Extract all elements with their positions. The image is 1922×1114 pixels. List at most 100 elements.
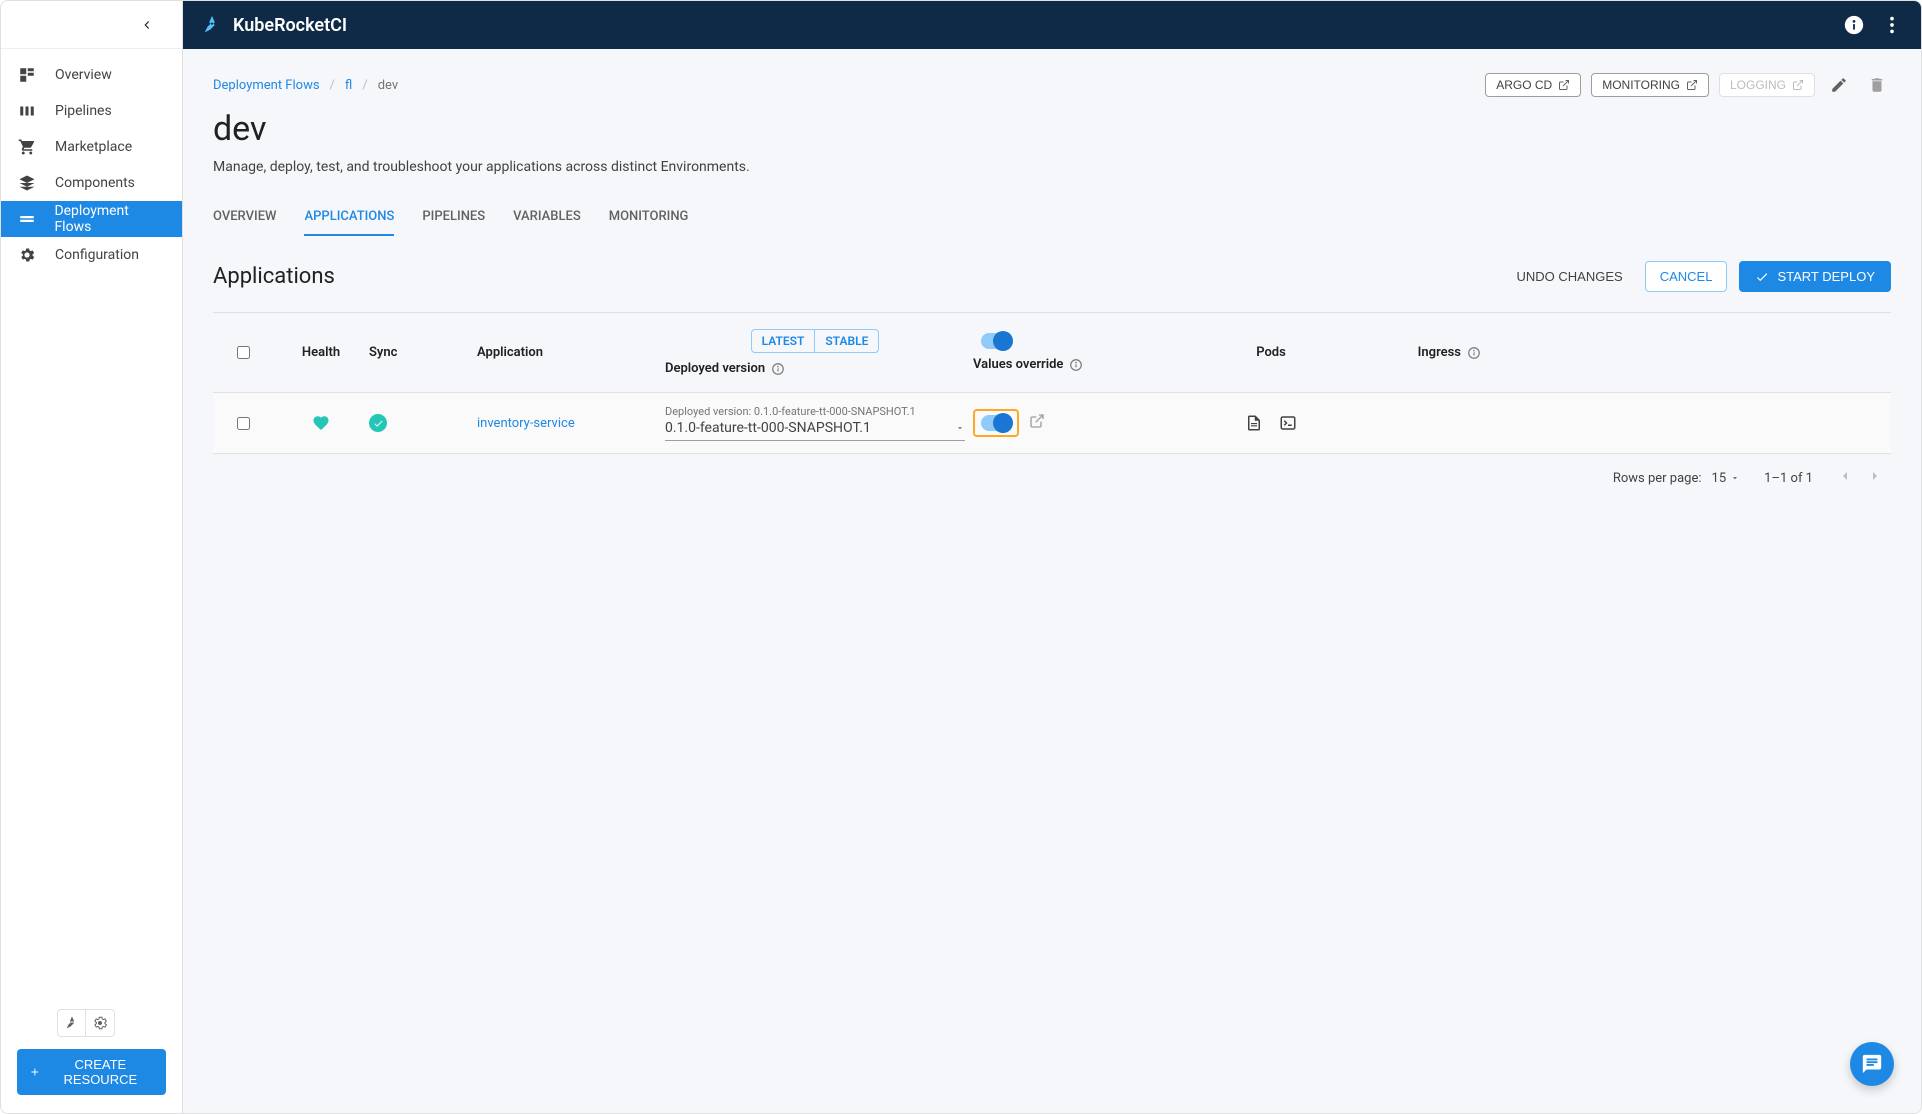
tab-pipelines[interactable]: PIPELINES [422,199,485,236]
external-link-icon [1686,79,1698,91]
tab-monitoring[interactable]: MONITORING [609,199,689,236]
content: Deployment Flows / fl / dev ARGO CD MONI… [183,49,1921,1113]
chat-icon [1861,1053,1883,1075]
version-select[interactable]: 0.1.0-feature-tt-000-SNAPSHOT.1 [665,420,965,441]
sidebar-item-overview[interactable]: Overview [1,57,182,93]
main: KubeRocketCI Deployment Flows / fl / dev [183,1,1921,1113]
values-override-toggle[interactable] [981,415,1011,431]
pods-cell [1181,414,1361,432]
sidebar-item-configuration[interactable]: Configuration [1,237,182,273]
row-checkbox[interactable] [237,417,250,430]
pipelines-icon [17,102,37,120]
sidebar-nav: Overview Pipelines Marketplace Component… [1,49,182,997]
pill-latest[interactable]: LATEST [752,330,816,352]
col-pods: Pods [1181,345,1361,360]
topbar-actions [1843,14,1903,36]
open-values-button[interactable] [1029,413,1045,433]
external-link-icon [1558,79,1570,91]
nav-label: Components [55,175,135,191]
nav-label: Deployment Flows [54,203,166,235]
nav-label: Overview [55,67,112,83]
pod-logs-button[interactable] [1245,414,1263,432]
version-pills: LATEST STABLE [751,329,880,353]
breadcrumb-flow[interactable]: fl [345,78,352,93]
col-sync: Sync [369,345,469,360]
external-link-icon [1029,413,1045,429]
values-override-cell [973,409,1173,437]
sidebar: Overview Pipelines Marketplace Component… [1,1,183,1113]
delete-button[interactable] [1863,71,1891,99]
chat-fab[interactable] [1850,1042,1894,1086]
page-next[interactable] [1867,468,1883,488]
edit-button[interactable] [1825,71,1853,99]
version-cell: Deployed version: 0.1.0-feature-tt-000-S… [665,405,965,441]
pill-stable[interactable]: STABLE [815,330,878,352]
dashboard-icon [17,66,37,84]
sidebar-footer: CREATE RESOURCE [1,997,182,1113]
col-values-override: Values override [973,333,1173,372]
sync-ok-icon [369,414,387,432]
info-button[interactable] [1843,14,1865,36]
nav-label: Marketplace [55,139,132,155]
page-actions: ARGO CD MONITORING LOGGING [1485,71,1891,99]
rows-per-page-select[interactable]: 15 [1712,471,1741,486]
tab-applications[interactable]: APPLICATIONS [304,199,394,236]
page-prev[interactable] [1837,468,1853,488]
page-title: dev [213,109,1891,149]
argocd-button[interactable]: ARGO CD [1485,73,1581,97]
sidebar-item-deployment-flows[interactable]: Deployment Flows [1,201,182,237]
info-icon[interactable] [1069,358,1083,372]
external-link-icon [1792,79,1804,91]
rocket-tool-button[interactable] [58,1010,86,1036]
applications-table: Health Sync Application LATEST STABLE De… [213,312,1891,502]
sidebar-collapse-button[interactable] [1,1,182,49]
undo-changes-button[interactable]: UNDO CHANGES [1507,261,1633,292]
settings-tool-button[interactable] [86,1010,114,1036]
chevron-down-icon [1730,473,1740,483]
section-actions: UNDO CHANGES CANCEL START DEPLOY [1507,261,1891,292]
version-label: Deployed version: 0.1.0-feature-tt-000-S… [665,405,965,418]
create-resource-button[interactable]: CREATE RESOURCE [17,1049,166,1095]
rocket-icon [201,14,223,36]
footer-icon-group [57,1009,115,1037]
rows-per-page-label: Rows per page: [1613,471,1702,486]
brand[interactable]: KubeRocketCI [201,14,347,36]
check-icon [1755,270,1769,284]
page-description: Manage, deploy, test, and troubleshoot y… [213,159,1891,175]
section-title: Applications [213,264,335,289]
more-button[interactable] [1881,14,1903,36]
heart-icon [312,414,330,432]
sidebar-item-marketplace[interactable]: Marketplace [1,129,182,165]
values-override-highlight [973,409,1019,437]
breadcrumb: Deployment Flows / fl / dev [213,78,398,93]
layers-icon [17,174,37,192]
nav-label: Pipelines [55,103,112,119]
col-health: Health [281,345,361,360]
start-deploy-button[interactable]: START DEPLOY [1739,261,1891,292]
health-cell [281,414,361,432]
select-all-checkbox[interactable] [237,346,250,359]
breadcrumb-root[interactable]: Deployment Flows [213,78,320,93]
sync-cell [369,414,469,432]
nav-label: Configuration [55,247,139,263]
logging-button: LOGGING [1719,73,1815,97]
application-link[interactable]: inventory-service [477,416,575,431]
sidebar-item-pipelines[interactable]: Pipelines [1,93,182,129]
tab-overview[interactable]: OVERVIEW [213,199,276,236]
col-application: Application [477,345,657,360]
monitoring-button[interactable]: MONITORING [1591,73,1709,97]
plus-icon [29,1065,41,1079]
info-icon[interactable] [771,362,785,376]
chevron-left-icon [140,18,154,32]
pod-terminal-button[interactable] [1279,414,1297,432]
pagination-range: 1–1 of 1 [1764,471,1813,486]
table-row: inventory-service Deployed version: 0.1.… [213,393,1891,454]
values-override-master-toggle[interactable] [981,333,1011,349]
sidebar-item-components[interactable]: Components [1,165,182,201]
tab-variables[interactable]: VARIABLES [513,199,581,236]
cancel-button[interactable]: CANCEL [1645,261,1728,292]
col-ingress: Ingress [1369,345,1489,360]
topbar: KubeRocketCI [183,1,1921,49]
flow-icon [17,210,36,228]
info-icon[interactable] [1467,346,1481,360]
